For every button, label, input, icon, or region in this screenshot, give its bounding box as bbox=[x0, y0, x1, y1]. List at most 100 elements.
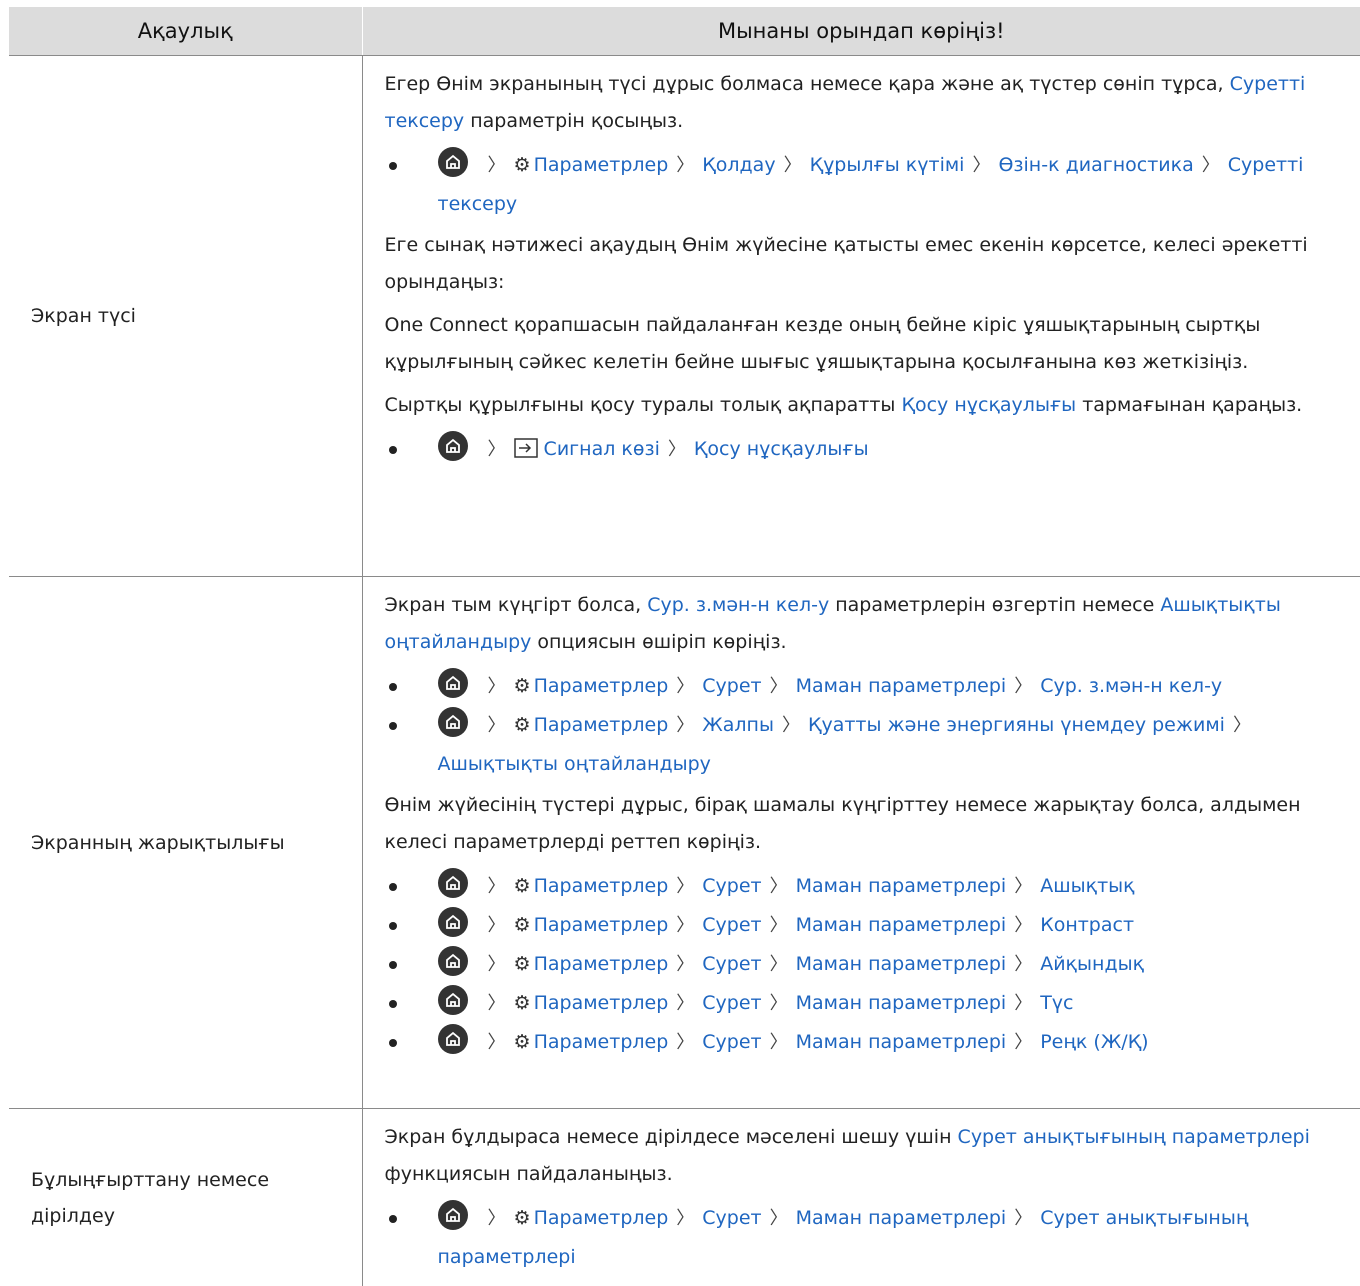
menu-link[interactable]: Айқындық bbox=[1040, 953, 1144, 975]
text: Экран тым күңгірт болса, bbox=[385, 594, 648, 616]
home-icon bbox=[438, 431, 468, 461]
menu-link[interactable]: Контраст bbox=[1040, 914, 1134, 936]
menu-link[interactable]: Сурет bbox=[702, 675, 761, 697]
menu-link[interactable]: Сурет bbox=[702, 1207, 761, 1229]
menu-link[interactable]: Сурет bbox=[702, 953, 761, 975]
chevron-right-icon: 〉 bbox=[488, 147, 506, 185]
menu-link[interactable]: Ашықтықты оңтайландыру bbox=[438, 753, 711, 775]
menu-link[interactable]: Сур. з.мән-н кел-у bbox=[647, 594, 829, 616]
gear-icon: ⚙ bbox=[514, 1023, 531, 1061]
chevron-right-icon: 〉 bbox=[1014, 946, 1032, 984]
menu-link[interactable]: Маман параметрлері bbox=[796, 914, 1007, 936]
menu-link[interactable]: Сигнал көзі bbox=[544, 438, 660, 460]
menu-link[interactable]: Параметрлер bbox=[534, 154, 669, 176]
bullet bbox=[385, 945, 438, 983]
menu-link[interactable]: Жалпы bbox=[702, 714, 774, 736]
gear-icon: ⚙ bbox=[514, 984, 531, 1022]
menu-path: 〉⚙Параметрлер〉Қолдау〉Құрылғы күтімі〉Өзін… bbox=[385, 146, 1360, 223]
menu-link[interactable]: Қуатты және энергияны үнемдеу режимі bbox=[808, 714, 1225, 736]
header-solution: Мынаны орындап көріңіз! bbox=[362, 7, 1360, 56]
menu-path: 〉⚙Параметрлер〉Сурет〉Маман параметрлері〉Р… bbox=[385, 1023, 1360, 1062]
issue-cell: Экранның жарықтылығы bbox=[9, 577, 362, 1109]
chevron-right-icon: 〉 bbox=[770, 946, 788, 984]
home-icon bbox=[438, 1200, 468, 1230]
menu-link[interactable]: Параметрлер bbox=[534, 1031, 669, 1053]
solution-paragraph: Экран тым күңгірт болса, Сур. з.мән-н ке… bbox=[385, 587, 1360, 661]
menu-link[interactable]: Параметрлер bbox=[534, 914, 669, 936]
menu-link[interactable]: Маман параметрлері bbox=[796, 953, 1007, 975]
gear-icon: ⚙ bbox=[514, 1199, 531, 1237]
menu-link[interactable]: Маман параметрлері bbox=[796, 992, 1007, 1014]
menu-path: 〉⚙Параметрлер〉Жалпы〉Қуатты және энергиян… bbox=[385, 706, 1360, 783]
chevron-right-icon: 〉 bbox=[770, 868, 788, 906]
menu-link[interactable]: Түс bbox=[1040, 992, 1073, 1014]
chevron-right-icon: 〉 bbox=[488, 946, 506, 984]
bullet bbox=[385, 706, 438, 744]
solution-cell: Экран тым күңгірт болса, Сур. з.мән-н ке… bbox=[362, 577, 1360, 1109]
chevron-right-icon: 〉 bbox=[676, 1024, 694, 1062]
menu-link[interactable]: Сурет bbox=[702, 914, 761, 936]
menu-link[interactable]: Ашықтық bbox=[1040, 875, 1134, 897]
text: параметрін қосыңыз. bbox=[464, 110, 683, 132]
bullet bbox=[385, 984, 438, 1022]
gear-icon: ⚙ bbox=[514, 906, 531, 944]
menu-link[interactable]: Реңк (Ж/Қ) bbox=[1040, 1031, 1148, 1053]
chevron-right-icon: 〉 bbox=[1014, 985, 1032, 1023]
menu-link[interactable]: Қосу нұсқаулығы bbox=[694, 438, 869, 460]
chevron-right-icon: 〉 bbox=[782, 707, 800, 745]
menu-link[interactable]: Құрылғы күтімі bbox=[810, 154, 965, 176]
menu-link[interactable]: Қосу нұсқаулығы bbox=[901, 394, 1076, 416]
menu-link[interactable]: Параметрлер bbox=[534, 992, 669, 1014]
menu-link[interactable]: Сурет bbox=[702, 1031, 761, 1053]
menu-link[interactable]: Сурет анықтығының параметрлері bbox=[958, 1126, 1310, 1148]
menu-path: 〉⚙Параметрлер〉Сурет〉Маман параметрлері〉С… bbox=[385, 1199, 1360, 1276]
chevron-right-icon: 〉 bbox=[676, 985, 694, 1023]
bullet bbox=[385, 667, 438, 705]
menu-link[interactable]: Маман параметрлері bbox=[796, 675, 1007, 697]
solution-paragraph: Егер Өнім экранының түсі дұрыс болмаса н… bbox=[385, 66, 1360, 140]
menu-link[interactable]: Қолдау bbox=[702, 154, 775, 176]
menu-link[interactable]: Маман параметрлері bbox=[796, 875, 1007, 897]
menu-link[interactable]: Маман параметрлері bbox=[796, 1207, 1007, 1229]
home-icon bbox=[438, 1024, 468, 1054]
chevron-right-icon: 〉 bbox=[488, 907, 506, 945]
bullet bbox=[385, 906, 438, 944]
menu-link[interactable]: Параметрлер bbox=[534, 1207, 669, 1229]
chevron-right-icon: 〉 bbox=[1014, 1200, 1032, 1238]
bullet bbox=[385, 146, 438, 184]
home-icon bbox=[438, 707, 468, 737]
solution-paragraph: Еге сынақ нәтижесі ақаудың Өнім жүйесіне… bbox=[385, 227, 1360, 301]
menu-link[interactable]: Параметрлер bbox=[534, 953, 669, 975]
chevron-right-icon: 〉 bbox=[488, 868, 506, 906]
chevron-right-icon: 〉 bbox=[668, 431, 686, 469]
menu-path: 〉⚙Параметрлер〉Сурет〉Маман параметрлері〉А… bbox=[385, 945, 1360, 984]
menu-link[interactable]: Параметрлер bbox=[534, 675, 669, 697]
menu-path: 〉⚙Параметрлер〉Сурет〉Маман параметрлері〉А… bbox=[385, 867, 1360, 906]
chevron-right-icon: 〉 bbox=[770, 985, 788, 1023]
chevron-right-icon: 〉 bbox=[488, 1200, 506, 1238]
solution-paragraph: Өнім жүйесінің түстері дұрыс, бірақ шама… bbox=[385, 787, 1360, 861]
menu-link[interactable]: Маман параметрлері bbox=[796, 1031, 1007, 1053]
menu-link[interactable]: Сурет bbox=[702, 875, 761, 897]
chevron-right-icon: 〉 bbox=[676, 668, 694, 706]
chevron-right-icon: 〉 bbox=[488, 1024, 506, 1062]
menu-link[interactable]: Сур. з.мән-н кел-у bbox=[1040, 675, 1222, 697]
home-icon bbox=[438, 985, 468, 1015]
menu-link[interactable]: Параметрлер bbox=[534, 875, 669, 897]
home-icon bbox=[438, 946, 468, 976]
issue-cell: Экран түсі bbox=[9, 56, 362, 577]
text: Сыртқы құрылғыны қосу туралы толық ақпар… bbox=[385, 394, 902, 416]
table-row: Бұлыңғырттану немесе дірілдеу Экран бұлд… bbox=[9, 1109, 1360, 1286]
text: функциясын пайдаланыңыз. bbox=[385, 1163, 673, 1185]
menu-link[interactable]: Параметрлер bbox=[534, 714, 669, 736]
chevron-right-icon: 〉 bbox=[1014, 868, 1032, 906]
menu-link[interactable]: Сурет bbox=[702, 992, 761, 1014]
menu-path: 〉⚙Параметрлер〉Сурет〉Маман параметрлері〉Т… bbox=[385, 984, 1360, 1023]
troubleshooting-table: Ақаулық Мынаны орындап көріңіз! Экран тү… bbox=[9, 7, 1360, 1286]
solution-paragraph: One Connect қорапшасын пайдаланған кезде… bbox=[385, 307, 1360, 381]
chevron-right-icon: 〉 bbox=[972, 147, 990, 185]
chevron-right-icon: 〉 bbox=[770, 1024, 788, 1062]
table-row: Экран түсі Егер Өнім экранының түсі дұры… bbox=[9, 56, 1360, 577]
menu-link[interactable]: Өзін-к диагностика bbox=[998, 154, 1193, 176]
chevron-right-icon: 〉 bbox=[770, 668, 788, 706]
